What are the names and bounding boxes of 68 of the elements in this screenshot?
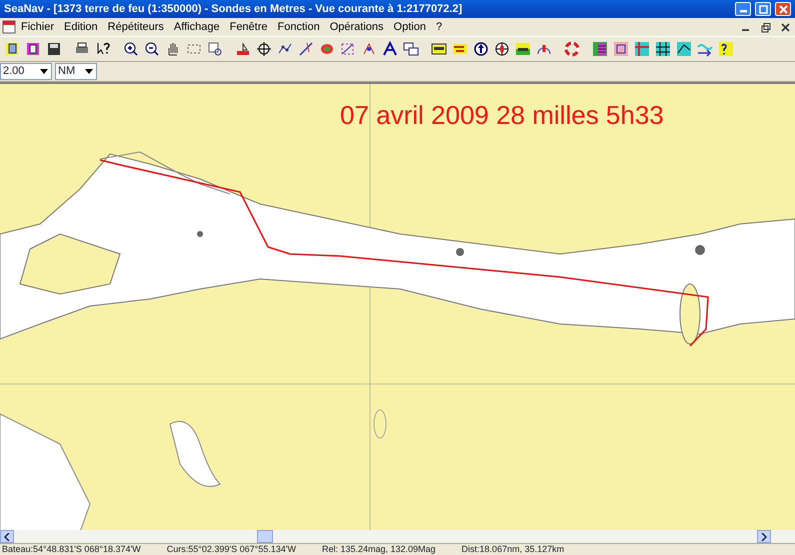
menu-item[interactable]: Fenêtre xyxy=(224,18,273,36)
scroll-thumb[interactable] xyxy=(257,530,273,543)
track-icon xyxy=(340,41,356,57)
close-icon xyxy=(780,22,790,32)
list-icon xyxy=(592,41,608,57)
minimize-button[interactable] xyxy=(735,2,751,16)
menu-item[interactable]: Fichier xyxy=(16,18,60,36)
chart-annotation: 07 avril 2009 28 milles 5h33 xyxy=(340,99,664,132)
scroll-left-button[interactable] xyxy=(0,530,14,543)
status-text: Rel: 135.24mag, 132.09Mag xyxy=(322,544,436,555)
compass-icon xyxy=(494,41,510,57)
maximize-button[interactable] xyxy=(755,2,771,16)
chart-icon xyxy=(4,41,20,57)
scroll-right-button[interactable] xyxy=(757,530,771,543)
dropdown-value: 2.00 xyxy=(3,64,26,80)
nmea-icon xyxy=(452,41,468,57)
toolbar-button[interactable] xyxy=(674,39,694,59)
menu-item[interactable]: Affichage xyxy=(168,18,225,36)
dropdown-arrow-icon xyxy=(40,69,48,74)
toolbar-button[interactable] xyxy=(254,39,274,59)
boat-icon xyxy=(235,41,251,57)
status-text: Dist:18.067nm, 35.127km xyxy=(462,544,564,555)
toolbar-button[interactable] xyxy=(716,39,736,59)
save-icon xyxy=(46,41,62,57)
status-text: Curs:55°02.399'S 067°55.134'W xyxy=(166,544,296,555)
autopilot-icon xyxy=(515,41,531,57)
menu-item[interactable]: ? xyxy=(430,18,448,36)
grid-icon xyxy=(655,41,671,57)
zoom-out-icon xyxy=(144,41,160,57)
crosshair-icon xyxy=(256,41,272,57)
menu-item[interactable]: Edition xyxy=(59,18,103,36)
minimize-icon xyxy=(742,28,748,31)
gps-icon xyxy=(431,41,447,57)
text-icon xyxy=(382,41,398,57)
chart-icon xyxy=(25,41,41,57)
windows-icon xyxy=(403,41,419,57)
dropdown-arrow-icon xyxy=(85,69,93,74)
toolbar-button[interactable] xyxy=(611,39,631,59)
help-pointer-icon xyxy=(95,41,111,57)
line-icon xyxy=(298,41,314,57)
selection-icon xyxy=(207,41,223,57)
menu-item[interactable]: Répétiteurs xyxy=(102,18,169,36)
window-title: SeaNav - [1373 terre de feu (1:350000) - Sondes en Metres - Vue courante à 1:2177072.2] xyxy=(4,2,464,17)
grid-icon xyxy=(634,41,650,57)
unit-dropdown[interactable]: NM xyxy=(55,63,97,80)
toolbar-button[interactable] xyxy=(653,39,673,59)
unit-dropdown[interactable]: 2.00 xyxy=(0,63,52,80)
menu-item[interactable]: Option xyxy=(388,18,431,36)
zoom-in-icon xyxy=(123,41,139,57)
app-icon xyxy=(2,20,16,34)
maximize-icon xyxy=(758,4,768,14)
help-icon xyxy=(718,41,734,57)
left-chevron-icon xyxy=(4,532,10,540)
right-chevron-icon xyxy=(761,532,767,540)
toolbar-button[interactable] xyxy=(590,39,610,59)
lifebuoy-icon xyxy=(564,41,580,57)
status-text: Bateau:54°48.831'S 068°18.374'W xyxy=(2,544,141,555)
restore-icon xyxy=(760,22,770,32)
frame-icon xyxy=(613,41,629,57)
close-icon xyxy=(778,4,788,14)
menu-item[interactable]: Fonction xyxy=(272,18,325,36)
close-button[interactable] xyxy=(775,2,791,16)
dropdown-value: NM xyxy=(58,64,76,80)
minimize-icon xyxy=(740,10,746,13)
area-icon xyxy=(319,41,335,57)
wave-arrow-icon xyxy=(697,41,713,57)
menu-item[interactable]: Opérations xyxy=(324,18,389,36)
track-icon xyxy=(361,41,377,57)
